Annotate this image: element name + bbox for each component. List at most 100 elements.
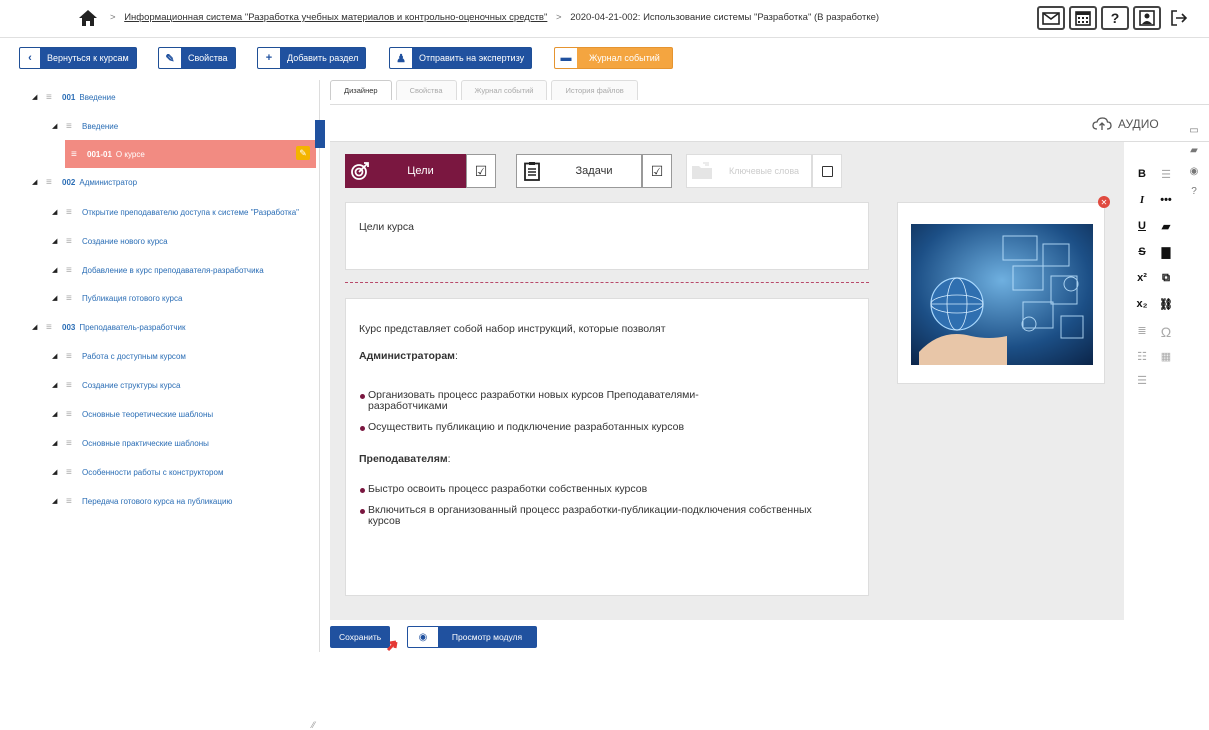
drag-handle-icon[interactable]: ≡ — [66, 265, 76, 276]
drag-handle-icon[interactable]: ≡ — [46, 92, 56, 103]
tree-subsection[interactable]: ◢ ≡ Открытие преподавателю доступа к сис… — [52, 198, 299, 226]
mail-icon[interactable] — [1037, 6, 1065, 30]
goals-checkbox[interactable]: ☑ — [466, 154, 496, 188]
drag-handle-icon[interactable]: ≡ — [66, 438, 76, 449]
tree-subsection[interactable]: ◢ ≡ Основные практические шаблоны — [52, 429, 209, 457]
drag-handle-icon[interactable]: ≡ — [66, 496, 76, 507]
tab-properties[interactable]: Свойства — [395, 80, 457, 100]
keywords-button[interactable]: Ключевые слова — [686, 154, 812, 188]
link-icon[interactable]: ⛓ — [1159, 298, 1173, 311]
strike-button[interactable]: S — [1135, 246, 1149, 259]
tab-event-log[interactable]: Журнал событий — [460, 80, 548, 100]
drag-handle-icon[interactable]: ≡ — [66, 351, 76, 362]
collapse-icon[interactable]: ◢ — [52, 294, 66, 302]
profile-icon[interactable] — [1133, 6, 1161, 30]
tree-subsection[interactable]: ◢ ≡ Работа с доступным курсом — [52, 342, 186, 370]
tasks-label: Задачи — [575, 165, 613, 177]
delete-image-icon[interactable]: ✕ — [1098, 196, 1110, 208]
tree-subsection-intro[interactable]: ◢ ≡ Введение — [52, 112, 118, 140]
goals-title-text: Цели курса — [359, 221, 414, 233]
image-icon[interactable]: ▇ — [1159, 246, 1173, 259]
resize-grip-icon[interactable]: ⁄⁄ — [312, 720, 315, 730]
bold-button[interactable]: B — [1135, 168, 1149, 181]
tree-subsection[interactable]: ◢ ≡ Создание нового курса — [52, 227, 168, 255]
align-icon[interactable]: ≣ — [1135, 324, 1149, 340]
table-icon[interactable]: ▦ — [1159, 350, 1173, 363]
tree-subsection[interactable]: ◢ ≡ Создание структуры курса — [52, 371, 180, 399]
back-to-courses-button[interactable]: ‹ Вернуться к курсам — [19, 47, 137, 69]
event-log-button[interactable]: ▬ Журнал событий — [554, 47, 673, 69]
tasks-checkbox[interactable]: ☑ — [642, 154, 672, 188]
tree-section-001[interactable]: ◢ ≡ 001 Введение — [32, 83, 116, 111]
tree-scrollbar[interactable] — [315, 120, 325, 148]
preview-module-button[interactable]: ◉ Просмотр модуля — [407, 626, 537, 648]
tab-file-history[interactable]: История файлов — [551, 80, 638, 100]
collapse-icon[interactable]: ◢ — [52, 352, 66, 360]
omega-button[interactable]: Ω — [1159, 324, 1173, 340]
tree-subsection[interactable]: ◢ ≡ Публикация готового курса — [52, 284, 182, 312]
tree-item-selected[interactable]: ≡ 001-01 О курсе ✎ — [65, 140, 316, 168]
monitor-icon[interactable]: ▭ — [1188, 125, 1200, 136]
collapse-icon[interactable]: ◢ — [52, 122, 66, 130]
drag-handle-icon[interactable]: ≡ — [66, 467, 76, 478]
tree-section-002[interactable]: ◢ ≡ 002 Администратор — [32, 168, 137, 196]
keywords-checkbox[interactable] — [812, 154, 842, 188]
subscript-button[interactable]: x₂ — [1135, 298, 1149, 311]
help-icon[interactable]: ? — [1101, 6, 1129, 30]
crop-icon[interactable]: ⧉ — [1159, 272, 1173, 285]
pencil-icon[interactable]: ✎ — [296, 146, 310, 160]
question-icon[interactable]: ? — [1188, 186, 1200, 197]
collapse-icon[interactable]: ◢ — [52, 208, 66, 216]
collapse-icon[interactable]: ◢ — [52, 468, 66, 476]
collapse-icon[interactable]: ◢ — [52, 410, 66, 418]
drag-handle-icon[interactable]: ≡ — [66, 409, 76, 420]
divider — [345, 282, 869, 283]
superscript-button[interactable]: x² — [1135, 272, 1149, 285]
save-button[interactable]: Сохранить — [330, 626, 391, 648]
drag-handle-icon[interactable]: ≡ — [66, 236, 76, 247]
drag-handle-icon[interactable]: ≡ — [46, 322, 56, 333]
eye-icon[interactable]: ◉ — [1188, 166, 1200, 177]
comment-icon[interactable]: ▰ — [1159, 220, 1173, 233]
tree-subsection[interactable]: ◢ ≡ Добавление в курс преподавателя-разр… — [52, 256, 264, 284]
drag-handle-icon[interactable]: ≡ — [66, 380, 76, 391]
collapse-icon[interactable]: ◢ — [32, 93, 46, 101]
drag-handle-icon[interactable]: ≡ — [66, 293, 76, 304]
collapse-icon[interactable]: ◢ — [52, 266, 66, 274]
image-card[interactable] — [897, 202, 1105, 384]
drag-handle-icon[interactable]: ≡ — [71, 149, 81, 160]
tasks-button[interactable]: Задачи — [516, 154, 642, 188]
drag-handle-icon[interactable]: ≡ — [46, 177, 56, 188]
breadcrumb-system-link[interactable]: Информационная система "Разработка учебн… — [124, 12, 547, 23]
home-icon[interactable] — [78, 9, 98, 27]
audio-button[interactable]: АУДИО — [1092, 117, 1159, 131]
tree-subsection[interactable]: ◢ ≡ Особенности работы с конструктором — [52, 458, 223, 486]
collapse-icon[interactable]: ◢ — [32, 178, 46, 186]
underline-button[interactable]: U — [1135, 220, 1149, 233]
tree-subsection[interactable]: ◢ ≡ Передача готового курса на публикаци… — [52, 487, 232, 515]
send-to-expertise-button[interactable]: ♟ Отправить на экспертизу — [389, 47, 533, 69]
calendar-icon[interactable] — [1069, 6, 1097, 30]
drag-handle-icon[interactable]: ≡ — [66, 207, 76, 218]
list-icon[interactable]: ☰ — [1159, 168, 1173, 181]
add-section-button[interactable]: + Добавить раздел — [257, 47, 367, 69]
bullet-list-icon[interactable]: ☰ — [1135, 374, 1149, 387]
hr-icon[interactable]: ☷ — [1135, 350, 1149, 363]
properties-button[interactable]: ✎ Свойства — [158, 47, 236, 69]
content-card[interactable]: Курс представляет собой набор инструкций… — [345, 298, 869, 596]
collapse-icon[interactable]: ◢ — [52, 439, 66, 447]
drag-handle-icon[interactable]: ≡ — [66, 121, 76, 132]
folder-open-icon[interactable]: ▰ — [1188, 145, 1200, 156]
goals-button[interactable]: Цели — [345, 154, 466, 188]
goals-title-card[interactable]: Цели курса — [345, 202, 869, 270]
logout-icon[interactable] — [1165, 6, 1193, 30]
collapse-icon[interactable]: ◢ — [32, 323, 46, 331]
tree-section-003[interactable]: ◢ ≡ 003 Преподаватель-разработчик — [32, 313, 185, 341]
italic-button[interactable]: I — [1135, 194, 1149, 206]
tab-designer[interactable]: Дизайнер — [330, 80, 392, 100]
more-button[interactable]: ••• — [1159, 194, 1173, 206]
tree-subsection[interactable]: ◢ ≡ Основные теоретические шаблоны — [52, 400, 213, 428]
collapse-icon[interactable]: ◢ — [52, 237, 66, 245]
collapse-icon[interactable]: ◢ — [52, 497, 66, 505]
collapse-icon[interactable]: ◢ — [52, 381, 66, 389]
